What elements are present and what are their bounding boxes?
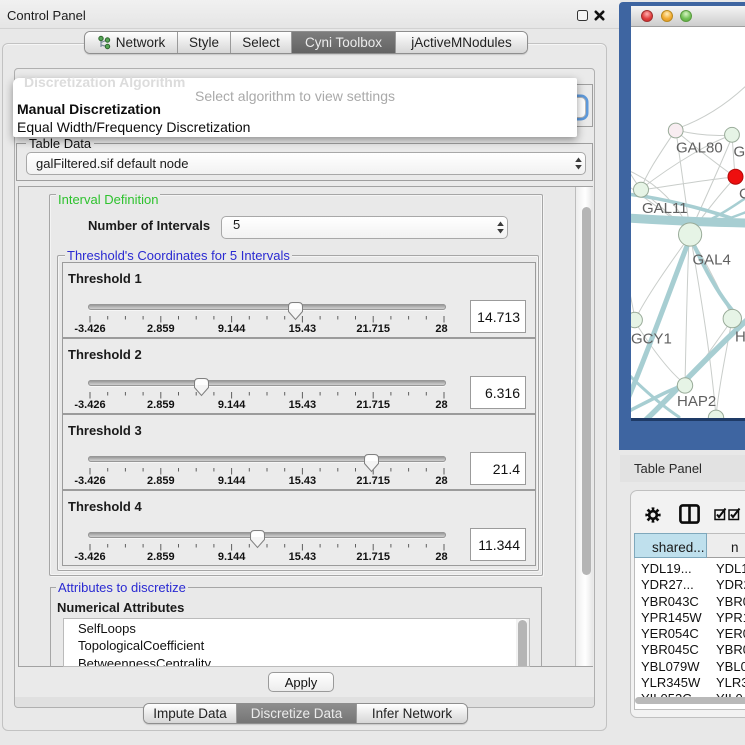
- svg-text:C: C: [739, 186, 745, 203]
- svg-text:GAL11: GAL11: [642, 200, 688, 217]
- svg-text:GCY1: GCY1: [631, 331, 672, 348]
- svg-text:GAL80: GAL80: [676, 139, 723, 156]
- svg-text:GA: GA: [734, 144, 745, 161]
- svg-text:H: H: [735, 329, 745, 346]
- svg-text:GAL4: GAL4: [693, 252, 731, 269]
- svg-text:HAP2: HAP2: [677, 393, 716, 410]
